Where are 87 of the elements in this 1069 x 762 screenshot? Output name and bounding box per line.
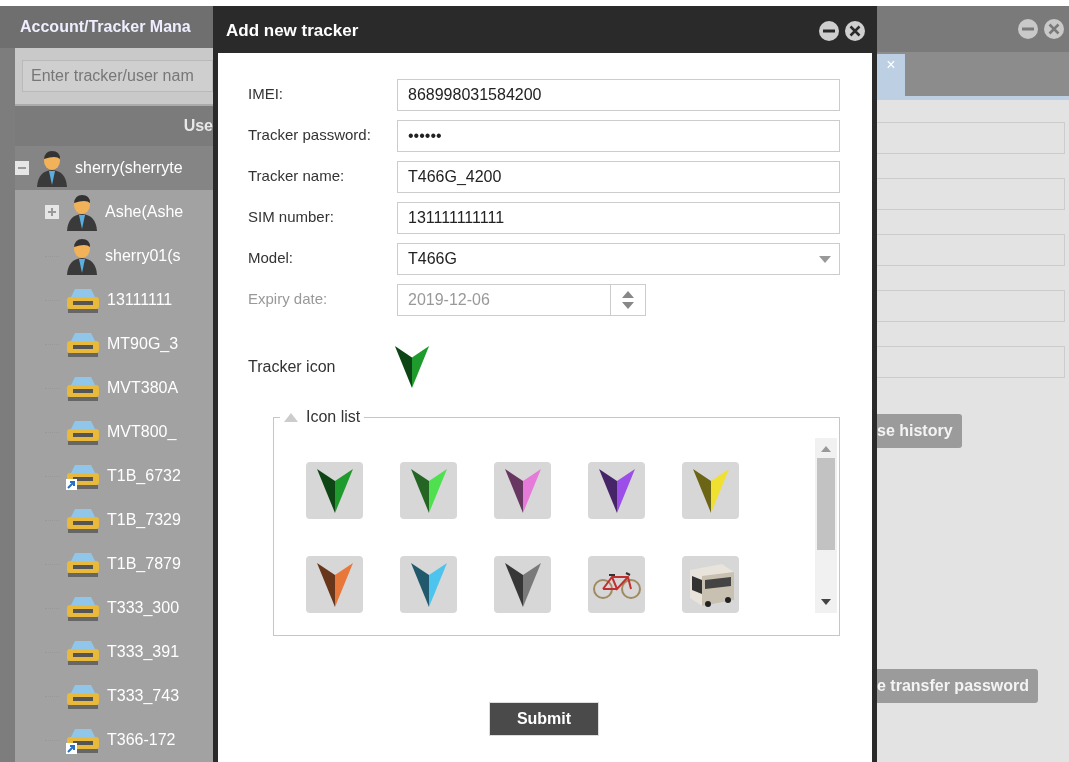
field-label: SIM number:	[248, 207, 335, 225]
icon-list-legend: Icon list	[306, 408, 361, 426]
field-label: Expiry date:	[248, 289, 329, 307]
tree-row[interactable]: T333_391	[45, 630, 213, 674]
arrow-icon	[408, 466, 449, 515]
input-field[interactable]	[877, 346, 1065, 378]
icon-option[interactable]	[494, 462, 551, 519]
field-label: Model:	[248, 248, 295, 266]
tree-row[interactable]: T333_300	[45, 586, 213, 630]
tree-row[interactable]: 13111111	[45, 278, 213, 322]
collapse-icon[interactable]	[15, 161, 29, 175]
arrow-icon	[393, 344, 431, 390]
tree-item-label: T333_391	[107, 643, 180, 661]
scrollbar-thumb[interactable]	[817, 458, 835, 550]
icon-option[interactable]	[494, 556, 551, 613]
input-field[interactable]	[877, 234, 1065, 266]
arrow-icon	[690, 466, 731, 515]
tracker-icon-label: Tracker icon	[248, 358, 337, 376]
tree-item-label: T333_300	[107, 599, 180, 617]
arrow-icon	[502, 466, 543, 515]
tree-row[interactable]: T1B_6732	[45, 454, 213, 498]
tree-item-label: T1B_7879	[107, 555, 181, 573]
tree-row[interactable]: T333_743	[45, 674, 213, 718]
dropdown-caret-icon	[819, 255, 831, 263]
tree-item-label: T1B_7329	[107, 511, 181, 529]
tree-row[interactable]: T366-172	[45, 718, 213, 762]
tree-item-label: sherry01(s	[105, 247, 181, 265]
expand-icon[interactable]	[45, 205, 59, 219]
user-icon	[35, 149, 69, 187]
arrow-icon	[408, 560, 449, 609]
arrow-icon	[502, 560, 543, 609]
spinner-arrows-icon	[622, 291, 634, 309]
tree-item-label: MT90G_3	[107, 335, 179, 353]
field-label: IMEI:	[248, 84, 284, 102]
tree-row[interactable]: MVT800_	[45, 410, 213, 454]
field-label: Tracker name:	[248, 166, 346, 184]
input-field[interactable]	[877, 178, 1065, 210]
password-field[interactable]: ••••••	[397, 120, 840, 152]
tree-item-label: T366-172	[107, 731, 176, 749]
panel-title: Account/Tracker Mana	[20, 18, 191, 36]
arrow-icon	[314, 466, 355, 515]
tree-item-label: 13111111	[107, 291, 173, 309]
tree-row[interactable]: T1B_7879	[45, 542, 213, 586]
scrollbar[interactable]	[815, 438, 837, 613]
bicycle-icon	[591, 569, 642, 600]
search-field[interactable]: Enter tracker/user nam	[22, 60, 213, 92]
tree-item-label: MVT800_	[107, 423, 177, 441]
spinner-button[interactable]	[611, 284, 646, 316]
action-button[interactable]: e transfer password	[877, 669, 1039, 703]
scroll-up-icon[interactable]	[821, 446, 831, 452]
tree-item-label: MVT380A	[107, 379, 179, 397]
user-icon	[65, 193, 99, 231]
arrow-icon	[314, 560, 355, 609]
tree-row[interactable]: Ashe(Ashe	[45, 190, 213, 234]
minimize-icon[interactable]	[818, 20, 840, 42]
icon-option[interactable]	[306, 462, 363, 519]
arrow-icon	[596, 466, 637, 515]
tree-row[interactable]: T1B_7329	[45, 498, 213, 542]
tree-item-label: sherry(sherryte	[75, 159, 183, 177]
icon-option[interactable]	[682, 462, 739, 519]
tab-close-button[interactable]: ×	[877, 54, 905, 96]
user-icon	[65, 237, 99, 275]
text-field[interactable]: 131111111111	[397, 202, 840, 234]
text-field[interactable]: 868998031584200	[397, 79, 840, 111]
field-label: Tracker password:	[248, 125, 372, 143]
tree-item-label: T333_743	[107, 687, 180, 705]
tree-row[interactable]: MT90G_3	[45, 322, 213, 366]
icon-option[interactable]	[682, 556, 739, 613]
text-field[interactable]: T466G_4200	[397, 161, 840, 193]
icon-option[interactable]	[400, 556, 457, 613]
tree-item-label: T1B_6732	[107, 467, 181, 485]
icon-option[interactable]	[400, 462, 457, 519]
tree-row[interactable]: sherry01(s	[45, 234, 213, 278]
model-dropdown[interactable]: T466G	[397, 243, 840, 275]
icon-option[interactable]	[306, 556, 363, 613]
column-header-label: Use	[183, 117, 213, 135]
input-field[interactable]	[877, 290, 1065, 322]
tree-item-label: Ashe(Ashe	[105, 203, 184, 221]
tree-row[interactable]: sherry(sherryte	[15, 146, 213, 190]
close-icon[interactable]	[844, 20, 866, 42]
scroll-down-icon[interactable]	[821, 599, 831, 605]
action-button[interactable]: se history	[877, 414, 962, 448]
tree-row[interactable]: MVT380A	[45, 366, 213, 410]
icon-option[interactable]	[588, 462, 645, 519]
dialog-title: Add new tracker	[226, 21, 360, 41]
submit-button[interactable]: Submit	[489, 702, 599, 736]
input-field[interactable]	[877, 122, 1065, 154]
